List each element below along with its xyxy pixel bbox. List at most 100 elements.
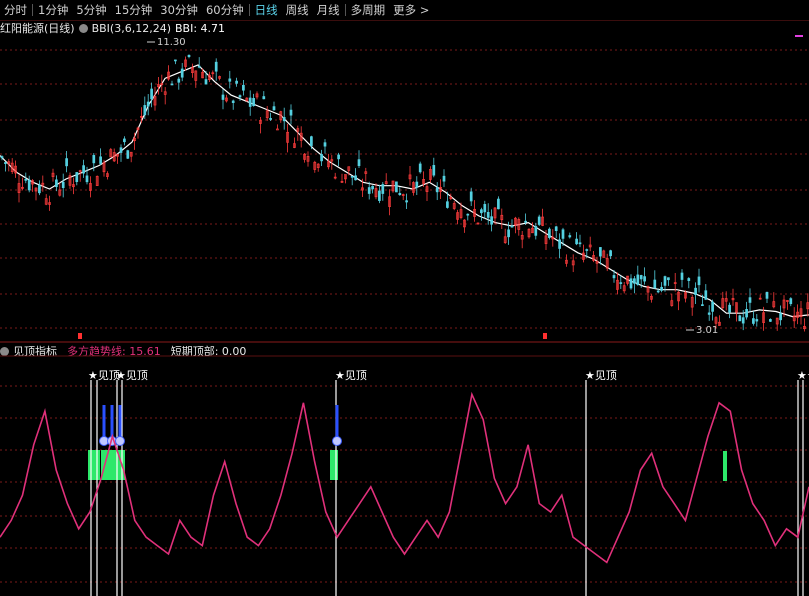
candle-body [486,212,490,218]
candle-body [4,162,7,164]
candle-body [354,175,357,181]
candle-body [537,216,541,225]
candle-body [554,226,558,232]
candle-body [99,156,102,164]
candle-body [490,216,493,225]
candle-body [469,191,473,202]
candle-body [446,201,449,208]
candle-body [174,59,177,62]
candle-body [612,275,616,279]
candle-body [745,309,748,318]
candle-body [204,79,208,85]
candle-body [629,278,633,289]
blue-signal-bar [102,405,106,441]
candle-body [752,318,755,324]
candle-body [282,117,286,122]
candle-body [789,298,793,305]
candle-body [755,319,759,322]
candle-body [619,282,623,284]
top-signal-label: ★★ [797,369,809,382]
high-price-label: 11.30 [157,37,186,48]
candle-body [711,301,714,312]
candle-body [85,175,89,183]
candle-body [177,78,181,83]
candle-body [228,78,232,82]
candle-body [418,163,422,173]
candle-body [337,154,340,160]
candle-body [656,290,660,293]
candle-body [728,304,731,313]
circle-marker-icon [115,436,125,446]
candle-body [323,142,327,147]
candle-body [741,317,745,324]
candle-body [639,275,643,280]
candle-body [180,68,184,78]
candle-body [289,109,293,116]
candle-body [779,313,782,321]
candle-body [0,156,4,159]
candle-body [435,187,439,193]
candle-body [378,190,381,201]
candle-body [697,276,701,286]
candle-body [680,272,684,280]
candle-body [238,95,242,98]
candle-body [197,65,201,68]
candle-body [704,290,708,300]
candle-body [38,184,41,194]
candle-body [687,278,691,281]
candle-body [568,235,572,238]
candle-body [633,278,636,284]
candle-body [276,128,279,131]
candle-body [371,185,374,190]
candle-body [82,165,85,174]
candle-body [75,172,79,182]
candle-body [480,209,483,214]
candle-body [738,315,742,322]
candle-body [381,184,385,194]
candle-body [61,181,65,188]
candle-body [442,175,446,182]
candle-body [599,247,602,257]
low-price-label: 3.01 [696,325,718,336]
candle-body [24,178,28,181]
blue-signal-bar [335,405,339,441]
candle-body [214,61,218,72]
top-signal-label: ★见顶 [335,369,367,382]
candle-body [143,105,147,116]
candle-body [320,154,323,162]
candle-body [126,150,130,159]
candle-body [170,83,174,86]
candle-body [415,181,419,188]
candle-body [357,159,361,167]
candle-body [575,238,578,245]
candle-body [262,96,266,100]
candle-body [765,291,769,299]
candle-body [187,54,191,58]
candle-body [636,274,640,285]
signal-block [723,451,727,481]
candle-body [769,319,772,322]
candle-body [150,88,153,100]
candle-body [146,101,150,107]
candle-body [405,200,408,203]
candle-body [707,312,711,315]
candle-body [119,147,123,153]
signal-block [330,450,338,480]
chart-canvas[interactable]: 11.303.01★见顶★见顶★见顶★见顶★★ [0,0,809,596]
top-signal-label: ★见顶 [116,369,148,382]
candle-body [242,84,245,91]
candle-body [548,228,551,238]
signal-block [88,450,100,480]
circle-marker-icon [332,436,342,446]
candle-body [483,204,487,213]
candle-body [534,226,538,236]
candle-body [55,179,58,188]
candle-body [92,155,96,164]
candle-body [221,94,225,100]
candle-body [643,276,646,282]
candle-body [248,97,252,107]
candle-body [310,136,313,146]
candle-body [660,286,663,291]
candle-body [653,279,657,289]
candle-body [269,118,272,120]
